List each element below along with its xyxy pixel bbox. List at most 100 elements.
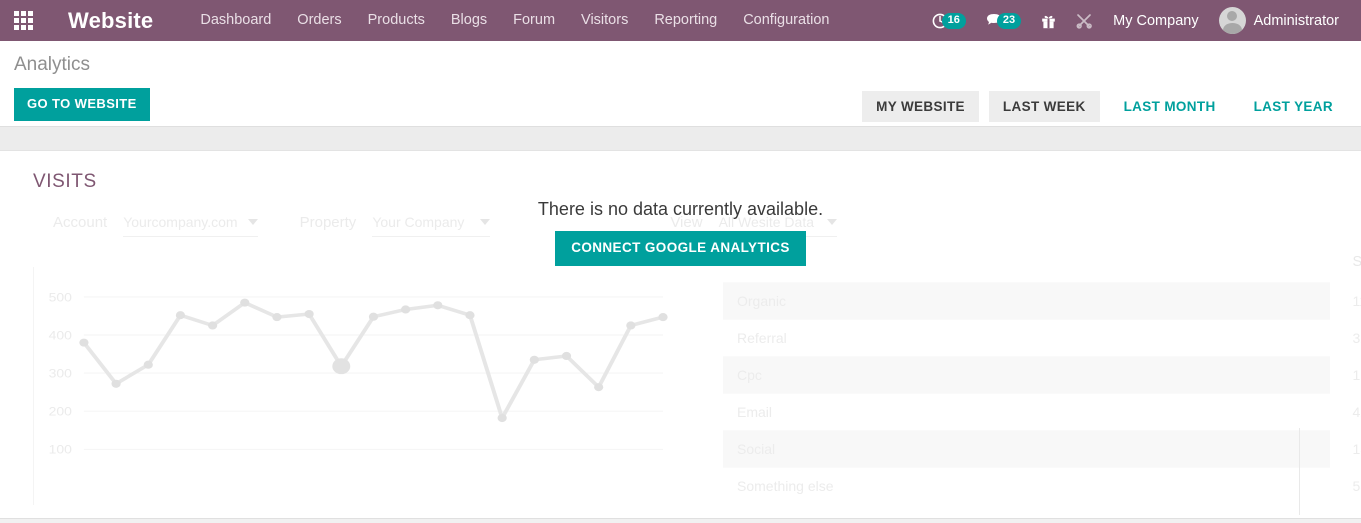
table-header-row: MEDIUM SESSION	[723, 250, 1330, 283]
company-name: My Company	[1113, 13, 1198, 29]
ga-property-field: Property Your Company	[300, 214, 491, 237]
page-body: VISITS Account Yourcompany.com Property …	[0, 127, 1361, 523]
main-menu: Dashboard Orders Products Blogs Forum Vi…	[187, 0, 842, 41]
svg-text:200: 200	[49, 404, 72, 418]
horizontal-scrollbar[interactable]	[0, 518, 1361, 523]
chart-point[interactable]	[305, 310, 314, 318]
breadcrumb[interactable]: Analytics	[14, 54, 90, 76]
gift-icon	[1041, 13, 1056, 29]
ga-property-value: Your Company	[372, 214, 464, 230]
user-name: Administrator	[1254, 13, 1339, 29]
menu-item-visitors[interactable]: Visitors	[568, 0, 641, 41]
chart-point[interactable]	[433, 301, 442, 309]
cell-session: 117.546	[1027, 283, 1331, 320]
table-row[interactable]: Social 13.567	[723, 431, 1330, 468]
vertical-scrollbar-rail[interactable]	[1299, 428, 1300, 515]
chart-point[interactable]	[465, 311, 474, 319]
menu-item-blogs[interactable]: Blogs	[438, 0, 500, 41]
chevron-down-icon	[248, 219, 258, 225]
chart-point[interactable]	[594, 383, 603, 391]
menu-item-configuration[interactable]: Configuration	[730, 0, 842, 41]
chart-point[interactable]	[626, 321, 635, 329]
activity-count-badge: 16	[942, 13, 966, 29]
avatar	[1219, 7, 1246, 34]
apps-grid-icon[interactable]	[0, 0, 46, 41]
cell-medium: Cpc	[723, 357, 1027, 394]
tools-icon	[1076, 13, 1093, 29]
medium-session-table: MEDIUM SESSION Organic 117.546 Referral …	[723, 250, 1330, 505]
cell-medium: Email	[723, 394, 1027, 431]
table-row[interactable]: Something else 556.732	[723, 468, 1330, 505]
table-row[interactable]: Cpc 1.435.678	[723, 357, 1330, 394]
filter-last-week[interactable]: LAST WEEK	[989, 91, 1100, 122]
chart-point[interactable]	[369, 313, 378, 321]
chart-point[interactable]	[240, 299, 249, 307]
chart-point[interactable]	[562, 352, 571, 360]
user-menu[interactable]: Administrator	[1209, 0, 1349, 41]
ga-account-label: Account	[53, 214, 107, 231]
menu-item-forum[interactable]: Forum	[500, 0, 568, 41]
page-title: VISITS	[33, 171, 97, 193]
menu-item-products[interactable]: Products	[355, 0, 438, 41]
cell-session: 13.567	[1027, 431, 1331, 468]
chart-point[interactable]	[79, 339, 88, 347]
ga-account-value: Yourcompany.com	[123, 214, 237, 230]
connect-google-analytics-button[interactable]: CONNECT GOOGLE ANALYTICS	[555, 231, 806, 266]
chart-y-axis-labels: 100200300400500	[49, 290, 72, 456]
no-data-message: There is no data currently available.	[538, 199, 823, 220]
cell-session: 32.011	[1027, 320, 1331, 357]
cell-medium: Organic	[723, 283, 1027, 320]
chart-point[interactable]	[176, 311, 185, 319]
visits-line-chart: 100200300400500	[33, 267, 669, 505]
chart-point[interactable]	[498, 414, 507, 422]
cell-medium: Referral	[723, 320, 1027, 357]
control-panel: Analytics GO TO WEBSITE MY WEBSITE LAST …	[0, 41, 1361, 127]
filter-button-group: MY WEBSITE LAST WEEK LAST MONTH LAST YEA…	[862, 91, 1347, 122]
filter-my-website[interactable]: MY WEBSITE	[862, 91, 979, 122]
cell-medium: Something else	[723, 468, 1027, 505]
filter-last-year[interactable]: LAST YEAR	[1240, 91, 1347, 122]
activity-menu[interactable]: 16	[922, 0, 976, 41]
svg-text:100: 100	[49, 442, 72, 456]
systray: 16 23 My Com	[922, 0, 1361, 41]
table-row[interactable]: Email 4223	[723, 394, 1330, 431]
chart-point[interactable]	[332, 358, 350, 374]
company-switcher[interactable]: My Company	[1103, 0, 1208, 41]
ga-account-field: Account Yourcompany.com	[53, 214, 258, 237]
cell-session: 556.732	[1027, 468, 1331, 505]
ga-property-select[interactable]: Your Company	[372, 214, 490, 237]
gift-menu[interactable]	[1031, 0, 1066, 41]
column-header-session: SESSION	[1027, 250, 1331, 283]
chart-point[interactable]	[272, 313, 281, 321]
menu-item-reporting[interactable]: Reporting	[641, 0, 730, 41]
svg-text:300: 300	[49, 366, 72, 380]
top-navbar: Website Dashboard Orders Products Blogs …	[0, 0, 1361, 41]
menu-item-dashboard[interactable]: Dashboard	[187, 0, 284, 41]
table-head: MEDIUM SESSION	[723, 250, 1330, 283]
cell-medium: Social	[723, 431, 1027, 468]
ga-property-label: Property	[300, 214, 357, 231]
table-row[interactable]: Organic 117.546	[723, 283, 1330, 320]
chart-point[interactable]	[112, 380, 121, 388]
chart-data-points	[79, 299, 667, 423]
table-body: Organic 117.546 Referral 32.011 Cpc 1.43…	[723, 283, 1330, 505]
messages-menu[interactable]: 23	[976, 0, 1031, 41]
app-brand-website[interactable]: Website	[68, 8, 153, 34]
cell-session: 1.435.678	[1027, 357, 1331, 394]
filter-last-month[interactable]: LAST MONTH	[1110, 91, 1230, 122]
svg-text:400: 400	[49, 328, 72, 342]
chart-point[interactable]	[658, 313, 667, 321]
chart-point[interactable]	[208, 321, 217, 329]
chart-point[interactable]	[401, 305, 410, 313]
ga-account-select[interactable]: Yourcompany.com	[123, 214, 257, 237]
table-row[interactable]: Referral 32.011	[723, 320, 1330, 357]
chart-point[interactable]	[144, 361, 153, 369]
tools-menu[interactable]	[1066, 0, 1103, 41]
chart-point[interactable]	[530, 356, 539, 364]
menu-item-orders[interactable]: Orders	[284, 0, 354, 41]
chevron-down-icon	[827, 219, 837, 225]
go-to-website-button[interactable]: GO TO WEBSITE	[14, 88, 150, 121]
apps-grid-glyph	[14, 11, 33, 30]
chevron-down-icon	[480, 219, 490, 225]
messages-count-badge: 23	[997, 13, 1021, 29]
